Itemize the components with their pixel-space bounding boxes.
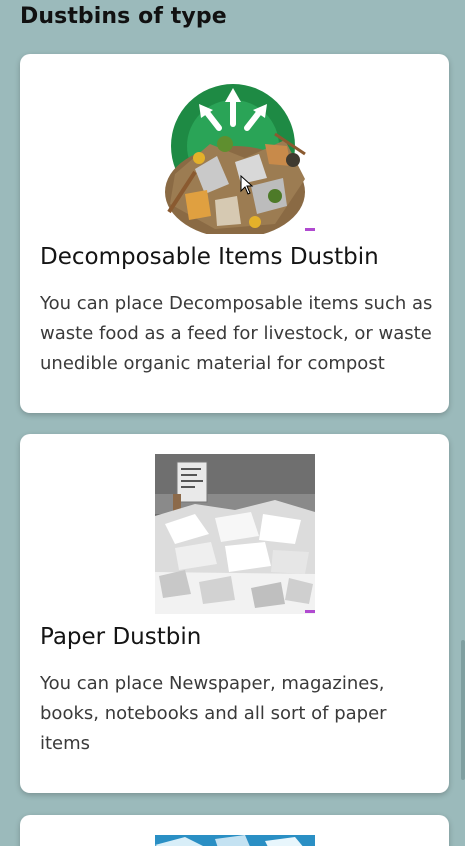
paper-waste-image [155, 454, 315, 614]
plastic-waste-image [155, 835, 315, 846]
card-description: You can place Newspaper, magazines, book… [40, 673, 387, 754]
compost-image [155, 74, 315, 234]
card-title: Decomposable Items Dustbin [40, 244, 379, 270]
dustbin-card-paper[interactable]: Paper Dustbin You can place Newspaper, m… [20, 434, 449, 793]
card-description: You can place Decomposable items such as… [40, 293, 433, 374]
card-title: Paper Dustbin [40, 624, 202, 650]
scrollbar[interactable] [461, 640, 465, 780]
mouse-cursor-icon [240, 174, 254, 199]
dustbin-card-decomposable[interactable]: Decomposable Items Dustbin You can place… [20, 54, 449, 413]
page-title: Dustbins of type [20, 4, 227, 29]
page: Dustbins of type Decomposable Items Dust… [0, 0, 465, 846]
dustbin-card-next[interactable] [20, 815, 449, 846]
